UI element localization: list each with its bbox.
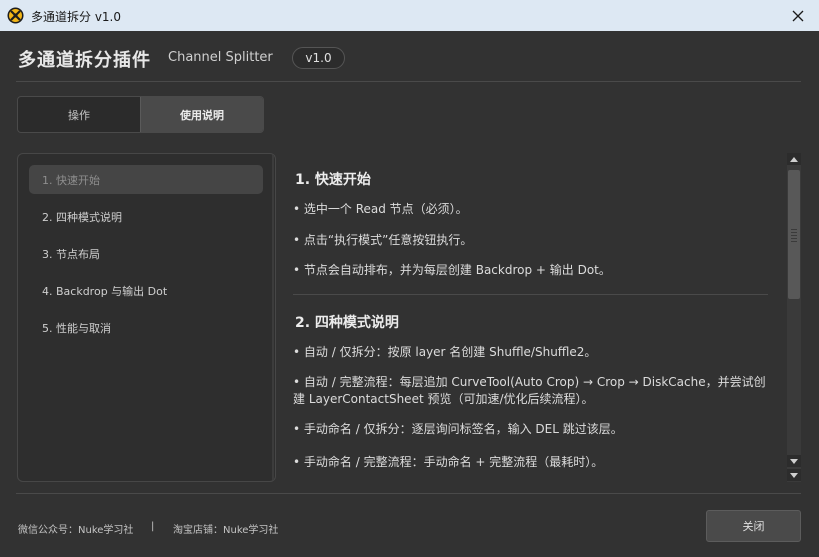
window-titlebar: 多通道拆分 v1.0 [0,0,819,31]
version-badge: v1.0 [292,47,345,69]
close-icon[interactable] [777,0,819,31]
instructions-content: 1. 快速开始 • 选中一个 Read 节点（必须）。 • 点击“执行模式”任意… [277,153,787,482]
section-paragraph: • 点击“执行模式”任意按钮执行。 [293,233,473,247]
content-scrollbar[interactable] [787,153,801,482]
section-paragraph: • 选中一个 Read 节点（必须）。 [293,202,468,216]
close-button[interactable]: 关闭 [706,510,801,542]
page-subtitle: Channel Splitter [168,50,273,65]
scroll-up-arrow-icon[interactable] [787,153,801,165]
scroll-end-arrow-icon[interactable] [787,469,801,481]
nav-item-node-layout[interactable]: 3. 节点布局 [29,239,263,268]
section-paragraph: • 自动 / 完整流程：每层追加 CurveTool(Auto Crop) → … [293,375,766,406]
section-heading: 1. 快速开始 [295,172,371,188]
tab-instructions[interactable]: 使用说明 [140,97,263,132]
scroll-down-arrow-icon[interactable] [787,455,801,467]
nav-item-quick-start[interactable]: 1. 快速开始 [29,165,263,194]
nav-item-four-modes[interactable]: 2. 四种模式说明 [29,202,263,231]
nav-item-performance[interactable]: 5. 性能与取消 [29,313,263,342]
panel-splitter[interactable] [272,155,274,480]
tab-operation[interactable]: 操作 [18,97,140,132]
instructions-panel: 1. 快速开始 2. 四种模式说明 3. 节点布局 4. Backdrop 与输… [17,153,276,482]
nuke-icon [7,7,24,24]
header-divider [16,81,801,82]
scroll-thumb[interactable] [788,170,800,299]
section-paragraph: • 手动命名 / 仅拆分：逐层询问标签名，输入 DEL 跳过该层。 [293,422,623,436]
footer-separator: | [151,521,155,532]
window-title: 多通道拆分 v1.0 [31,10,122,24]
footer-divider [16,493,801,494]
wechat-credit: 微信公众号：Nuke学习社 [18,525,134,536]
tab-bar: 操作 使用说明 [17,96,264,133]
page-title: 多通道拆分插件 [18,50,151,71]
nav-item-backdrop-dot[interactable]: 4. Backdrop 与输出 Dot [29,276,263,305]
section-divider [293,294,768,295]
section-paragraph: • 手动命名 / 完整流程：手动命名 + 完整流程（最耗时）。 [293,455,604,469]
section-heading: 2. 四种模式说明 [295,315,399,331]
shop-credit: 淘宝店铺：Nuke学习社 [173,525,279,536]
section-paragraph: • 自动 / 仅拆分：按原 layer 名创建 Shuffle/Shuffle2… [293,345,597,359]
section-paragraph: • 节点会自动排布，并为每层创建 Backdrop + 输出 Dot。 [293,263,611,277]
